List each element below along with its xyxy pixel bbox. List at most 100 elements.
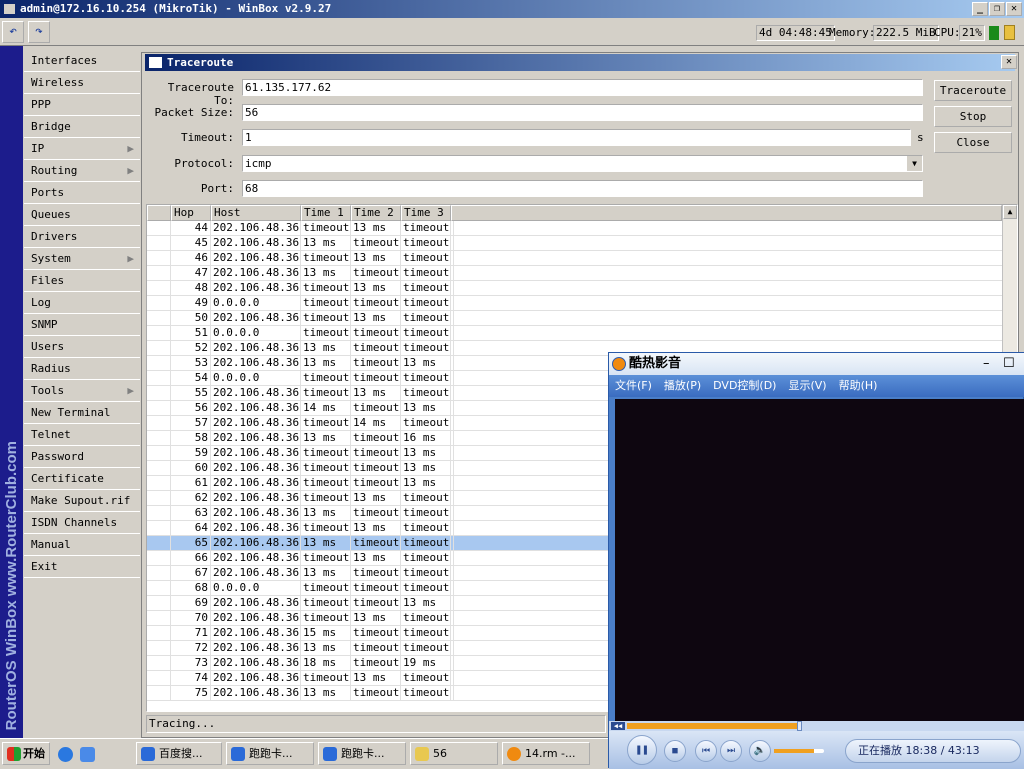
sidebar-item-drivers[interactable]: Drivers xyxy=(24,226,140,248)
cell-hop: 74 xyxy=(171,671,211,686)
rewind-icon[interactable]: ◀◀ xyxy=(611,722,625,730)
row-gutter xyxy=(147,506,171,521)
player-menu-item[interactable]: 显示(V) xyxy=(788,379,826,392)
column-header-time1[interactable]: Time 1 xyxy=(301,205,351,221)
taskbar-button[interactable]: 14.rm -... xyxy=(502,742,590,765)
traceroute-to-input[interactable]: 61.135.177.62 xyxy=(242,79,923,96)
ie-quicklaunch-icon[interactable] xyxy=(58,747,73,762)
undo-icon[interactable]: ↶ xyxy=(2,21,24,43)
sidebar-item-files[interactable]: Files xyxy=(24,270,140,292)
column-header-time3[interactable]: Time 3 xyxy=(401,205,451,221)
traceroute-title-bar: Traceroute ✕ xyxy=(145,54,1017,71)
table-row[interactable]: 47 202.106.48.36 13 ms timeout timeout xyxy=(147,266,1002,281)
cell-host: 202.106.48.36 xyxy=(213,401,301,416)
cell-time2: 13 ms xyxy=(351,521,401,536)
close-button[interactable]: ✕ xyxy=(1006,2,1022,16)
row-gutter xyxy=(147,671,171,686)
column-header-hop[interactable]: Hop xyxy=(171,205,211,221)
table-row[interactable]: 46 202.106.48.36 timeout 13 ms timeout xyxy=(147,251,1002,266)
packet-size-label: Packet Size: xyxy=(154,106,234,119)
seek-handle[interactable] xyxy=(797,721,803,731)
cell-time3: timeout xyxy=(403,581,451,596)
sidebar-item-log[interactable]: Log xyxy=(24,292,140,314)
column-header-blank xyxy=(147,205,171,221)
redo-icon[interactable]: ↷ xyxy=(28,21,50,43)
sidebar-item-routing[interactable]: Routing ▶ xyxy=(24,160,140,182)
sidebar-item-radius[interactable]: Radius xyxy=(24,358,140,380)
sidebar-item-snmp[interactable]: SNMP xyxy=(24,314,140,336)
sidebar-item-isdn-channels[interactable]: ISDN Channels xyxy=(24,512,140,534)
volume-slider[interactable] xyxy=(774,749,824,753)
scroll-up-icon[interactable]: ▲ xyxy=(1003,205,1017,219)
cell-host: 202.106.48.36 xyxy=(213,266,301,281)
volume-icon[interactable]: 🔈 xyxy=(749,740,771,762)
player-minimize-button[interactable]: – xyxy=(983,353,990,375)
ie-icon xyxy=(323,747,337,761)
start-button[interactable]: 开始 xyxy=(2,742,50,765)
sidebar-item-queues[interactable]: Queues xyxy=(24,204,140,226)
sidebar-item-certificate[interactable]: Certificate xyxy=(24,468,140,490)
next-icon[interactable]: ⏭ xyxy=(720,740,742,762)
cell-time1: timeout xyxy=(303,446,351,461)
sidebar-item-wireless[interactable]: Wireless xyxy=(24,72,140,94)
traceroute-button[interactable]: Traceroute xyxy=(934,80,1012,101)
pause-icon[interactable]: ❚❚ xyxy=(627,735,657,765)
sidebar-item-users[interactable]: Users xyxy=(24,336,140,358)
taskbar-button[interactable]: 56 xyxy=(410,742,498,765)
quicklaunch-icon[interactable] xyxy=(80,747,95,762)
close-dialog-button[interactable]: Close xyxy=(934,132,1012,153)
chevron-down-icon[interactable]: ▼ xyxy=(907,156,922,171)
table-row[interactable]: 49 0.0.0.0 timeout timeout timeout xyxy=(147,296,1002,311)
sidebar-item-password[interactable]: Password xyxy=(24,446,140,468)
minimize-button[interactable]: _ xyxy=(972,2,988,16)
table-row[interactable]: 48 202.106.48.36 timeout 13 ms timeout xyxy=(147,281,1002,296)
taskbar-button-label: 百度搜... xyxy=(159,747,203,760)
traceroute-close-icon[interactable]: ✕ xyxy=(1001,55,1017,69)
stop-button[interactable]: Stop xyxy=(934,106,1012,127)
table-row[interactable]: 44 202.106.48.36 timeout 13 ms timeout xyxy=(147,221,1002,236)
player-menu-item[interactable]: 文件(F) xyxy=(615,379,652,392)
row-gutter xyxy=(147,281,171,296)
player-menu-item[interactable]: DVD控制(D) xyxy=(713,379,776,392)
sidebar-item-system[interactable]: System ▶ xyxy=(24,248,140,270)
row-gutter xyxy=(147,491,171,506)
table-row[interactable]: 50 202.106.48.36 timeout 13 ms timeout xyxy=(147,311,1002,326)
sidebar-item-interfaces[interactable]: Interfaces xyxy=(24,50,140,72)
taskbar-button[interactable]: 百度搜... xyxy=(136,742,222,765)
restore-button[interactable]: ❐ xyxy=(989,2,1005,16)
sidebar-item-ip[interactable]: IP ▶ xyxy=(24,138,140,160)
taskbar-button[interactable]: 跑跑卡... xyxy=(226,742,314,765)
cell-time3: timeout xyxy=(403,611,451,626)
timeout-input[interactable]: 1 xyxy=(242,129,911,146)
sidebar-item-tools[interactable]: Tools ▶ xyxy=(24,380,140,402)
cell-host: 202.106.48.36 xyxy=(213,491,301,506)
table-row[interactable]: 45 202.106.48.36 13 ms timeout timeout xyxy=(147,236,1002,251)
previous-icon[interactable]: ⏮ xyxy=(695,740,717,762)
sidebar-item-ports[interactable]: Ports xyxy=(24,182,140,204)
player-menu-item[interactable]: 播放(P) xyxy=(664,379,701,392)
column-header-time2[interactable]: Time 2 xyxy=(351,205,401,221)
sidebar-item-new-terminal[interactable]: New Terminal xyxy=(24,402,140,424)
sidebar-item-manual[interactable]: Manual xyxy=(24,534,140,556)
sidebar-item-bridge[interactable]: Bridge xyxy=(24,116,140,138)
sidebar-item-telnet[interactable]: Telnet xyxy=(24,424,140,446)
sidebar-item-ppp[interactable]: PPP xyxy=(24,94,140,116)
row-gutter xyxy=(147,551,171,566)
seek-bar[interactable]: ◀◀ xyxy=(609,721,1024,731)
cell-hop: 55 xyxy=(171,386,211,401)
table-row[interactable]: 51 0.0.0.0 timeout timeout timeout xyxy=(147,326,1002,341)
protocol-select[interactable]: icmp ▼ xyxy=(242,155,923,172)
cell-host: 202.106.48.36 xyxy=(213,281,301,296)
cell-time2: timeout xyxy=(353,686,401,701)
taskbar-button[interactable]: 跑跑卡... xyxy=(318,742,406,765)
stop-icon[interactable]: ■ xyxy=(664,740,686,762)
video-area[interactable] xyxy=(615,399,1024,721)
player-maximize-button[interactable]: ☐ xyxy=(1003,353,1015,375)
row-gutter xyxy=(147,611,171,626)
column-header-host[interactable]: Host xyxy=(211,205,301,221)
port-input[interactable]: 68 xyxy=(242,180,923,197)
player-menu-item[interactable]: 帮助(H) xyxy=(839,379,878,392)
packet-size-input[interactable]: 56 xyxy=(242,104,923,121)
sidebar-item-exit[interactable]: Exit xyxy=(24,556,140,578)
sidebar-item-make-supout-rif[interactable]: Make Supout.rif xyxy=(24,490,140,512)
